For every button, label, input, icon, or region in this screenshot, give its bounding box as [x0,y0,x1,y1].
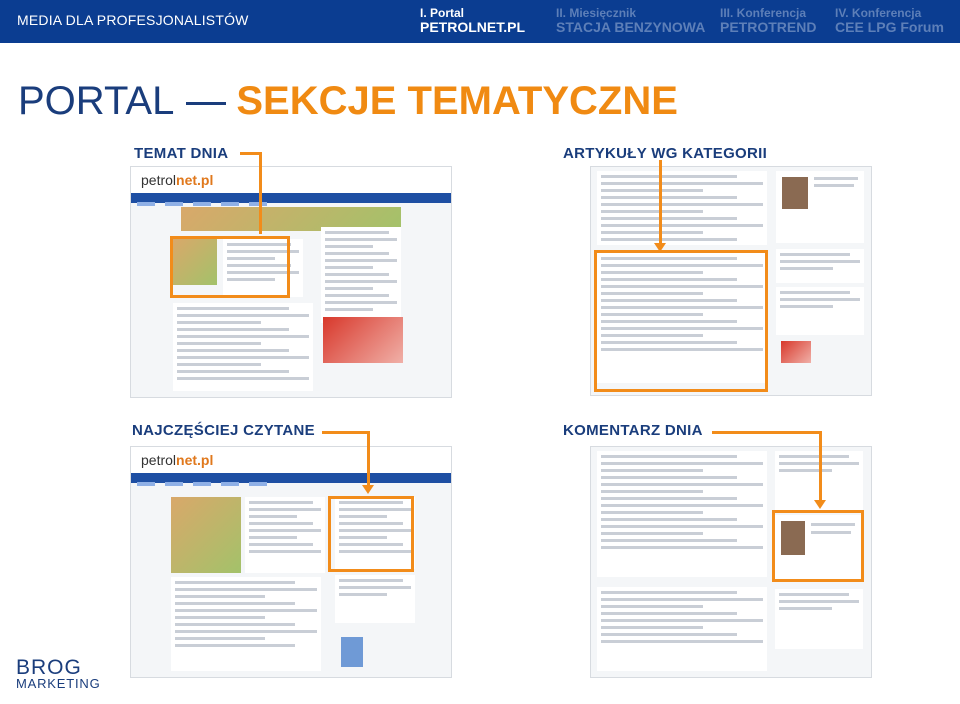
nav-petrotrend[interactable]: III. Konferencja PETROTREND [720,6,816,34]
top-bar: MEDIA DLA PROFESJONALISTÓW I. Portal PET… [0,0,960,43]
thumb-sidebar-list [776,249,864,283]
connector-v [259,152,262,234]
nav-petrotrend-line1: III. Konferencja [720,6,807,20]
thumb-news-list-3 [171,577,321,671]
brog-marketing-logo: BROG MARKETING [16,656,101,692]
highlight-artykuly [594,250,768,392]
highlight-temat-dnia [170,236,290,298]
footer-line1: BROG [16,656,82,679]
thumb-nav [131,193,451,206]
connector-najczesciej-v [367,431,370,486]
connector-komentarz-h [712,431,822,434]
thumb-logo-3-main: petrol [141,452,177,468]
thumb-nav-3 [131,473,451,486]
thumb-logo: petrolnet.pl [141,172,213,188]
thumb-header-3: petrolnet.pl [131,447,451,473]
thumb-commentator-photo [782,177,808,209]
thumb-comment-box [776,171,864,243]
thumb-category-grid-4 [597,587,767,671]
thumb-lead-text-3 [245,497,325,573]
arrow-najczesciej [362,485,374,494]
title-prefix: PORTAL [18,79,175,123]
thumb-header: petrolnet.pl [131,167,451,193]
arrow-artykuly [654,243,666,252]
title-main: SEKCJE TEMATYCZNE [236,79,678,123]
thumb-newsletter-3 [335,575,415,623]
thumb-ad-image [323,317,403,363]
nav-miesiecznik-line2: STACJA BENZYNOWA [556,19,706,35]
brand-text: MEDIA DLA PROFESJONALISTÓW [17,12,249,28]
thumb-newsletter [776,287,864,335]
connector-artykuly [659,160,662,244]
nav-miesiecznik-line1: II. Miesięcznik [556,6,637,20]
label-temat-dnia: TEMAT DNIA [134,145,229,162]
thumb-news-list [173,303,313,391]
thumb-sidebar [321,227,401,323]
arrow-komentarz [814,500,826,509]
thumb-sidebar-ad [781,341,811,363]
nav-cee-lpg[interactable]: IV. Konferencja CEE LPG Forum [835,6,944,34]
thumb-logo-main: petrol [141,172,177,188]
thumb-logo-accent: net.pl [176,172,214,188]
title-dash [186,101,227,105]
label-najczesciej: NAJCZĘŚCIEJ CZYTANE [132,422,315,439]
highlight-najczesciej [328,496,414,572]
thumb-commentator-3 [341,637,363,667]
thumb-photo-3 [171,497,241,573]
label-artykuly: ARTYKUŁY WG KATEGORII [563,145,768,162]
page-title: PORTAL SEKCJE TEMATYCZNE [18,78,678,124]
thumb-logo-3-accent: net.pl [176,452,214,468]
label-komentarz: KOMENTARZ DNIA [563,422,703,439]
nav-cee-lpg-line2: CEE LPG Forum [835,19,944,35]
thumb-top-list-4 [597,451,767,577]
connector-najczesciej-h [322,431,370,434]
nav-miesiecznik[interactable]: II. Miesięcznik STACJA BENZYNOWA [556,6,705,34]
thumb-top-list [597,171,767,245]
nav-cee-lpg-line1: IV. Konferencja [835,6,922,20]
nav-portal[interactable]: I. Portal PETROLNET.PL [420,6,525,34]
nav-portal-line1: I. Portal [420,6,465,20]
thumb-newsletter-4b [775,589,863,649]
highlight-komentarz [772,510,864,582]
thumb-logo-3: petrolnet.pl [141,452,213,468]
nav-portal-line2: PETROLNET.PL [420,19,526,35]
connector-komentarz-v [819,431,822,501]
footer-line2: MARKETING [16,676,101,691]
nav-petrotrend-line2: PETROTREND [720,19,817,35]
